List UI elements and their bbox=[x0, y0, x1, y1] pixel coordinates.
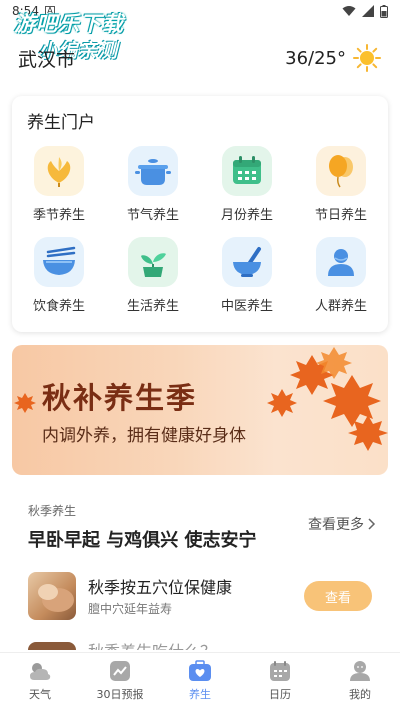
see-more-label: 查看更多 bbox=[308, 517, 364, 533]
calendar-tab-icon bbox=[268, 659, 292, 683]
weather-summary[interactable]: 36/25° bbox=[285, 43, 382, 73]
mortar-icon bbox=[222, 237, 272, 287]
next-article-peek[interactable]: 秋季养生吃什么？ bbox=[0, 636, 400, 650]
portal-item-life[interactable]: 生活养生 bbox=[106, 237, 200, 314]
people-icon bbox=[316, 237, 366, 287]
portal-grid: 季节养生 节气养生 月份养生 节日养生 饮食养生 生活养生 中医养生 人群养生 bbox=[12, 146, 388, 314]
article-title: 秋季按五穴位保健康 bbox=[88, 578, 233, 597]
balloon-icon bbox=[316, 146, 366, 196]
tab-profile[interactable]: 我的 bbox=[320, 653, 400, 712]
next-article-thumbnail bbox=[28, 642, 76, 650]
signal-icon bbox=[362, 5, 374, 17]
portal-item-crowd[interactable]: 人群养生 bbox=[294, 237, 388, 314]
portal-item-solar-term[interactable]: 节气养生 bbox=[106, 146, 200, 223]
tab-weather[interactable]: 天气 bbox=[0, 653, 80, 712]
wifi-icon bbox=[342, 6, 356, 16]
portal-item-label: 节气养生 bbox=[126, 208, 179, 223]
cloud-sun-icon bbox=[28, 659, 52, 683]
article-section-header: 秋季养生 早卧早起 与鸡俱兴 使志安宁 查看更多 bbox=[0, 496, 400, 556]
pot-icon bbox=[128, 146, 178, 196]
section-category: 秋季养生 bbox=[28, 504, 77, 518]
portal-item-label: 节日养生 bbox=[314, 208, 367, 223]
bowl-chopsticks-icon bbox=[34, 237, 84, 287]
tab-30day[interactable]: 30日预报 bbox=[80, 653, 160, 712]
banner-title: 秋补养生季 bbox=[42, 381, 198, 415]
portal-item-label: 中医养生 bbox=[220, 299, 273, 314]
portal-item-label: 饮食养生 bbox=[32, 299, 85, 314]
tab-label: 日历 bbox=[269, 688, 291, 701]
portal-item-festival[interactable]: 节日养生 bbox=[294, 146, 388, 223]
portal-item-label: 人群养生 bbox=[314, 299, 367, 314]
sun-icon bbox=[353, 44, 381, 72]
portal-item-label: 季节养生 bbox=[32, 208, 85, 223]
article-subtitle: 膻中穴延年益寿 bbox=[88, 602, 173, 616]
bottom-tab-bar: 天气 30日预报 养生 日历 我的 bbox=[0, 652, 400, 712]
tab-health[interactable]: 养生 bbox=[160, 653, 240, 712]
header: 武汉市 36/25° bbox=[0, 40, 400, 76]
article-item[interactable]: 秋季按五穴位保健康 膻中穴延年益寿 查看 bbox=[0, 568, 400, 628]
watermark-line1: 游吧乐下载 bbox=[14, 12, 124, 36]
banner-subtitle: 内调外养，拥有健康好身体 bbox=[42, 426, 246, 446]
article-thumbnail bbox=[28, 572, 76, 620]
portal-item-tcm[interactable]: 中医养生 bbox=[200, 237, 294, 314]
portal-item-diet[interactable]: 饮食养生 bbox=[12, 237, 106, 314]
battery-icon bbox=[380, 4, 388, 18]
sprout-pot-icon bbox=[128, 237, 178, 287]
calendar-icon bbox=[222, 146, 272, 196]
portal-item-label: 生活养生 bbox=[126, 299, 179, 314]
tab-label: 天气 bbox=[29, 688, 51, 701]
portal-item-month[interactable]: 月份养生 bbox=[200, 146, 294, 223]
portal-item-label: 月份养生 bbox=[220, 208, 273, 223]
temperature: 36/25° bbox=[285, 47, 346, 69]
chevron-right-icon bbox=[368, 518, 376, 530]
city-selector[interactable]: 武汉市 bbox=[18, 45, 75, 72]
trend-chart-icon bbox=[108, 659, 132, 683]
portal-item-season[interactable]: 季节养生 bbox=[12, 146, 106, 223]
see-more-link[interactable]: 查看更多 bbox=[308, 514, 376, 534]
tab-label: 我的 bbox=[349, 688, 371, 701]
tab-calendar[interactable]: 日历 bbox=[240, 653, 320, 712]
tab-label: 养生 bbox=[189, 688, 211, 701]
health-kit-icon bbox=[188, 659, 212, 683]
ginkgo-leaf-icon bbox=[34, 146, 84, 196]
user-icon bbox=[348, 659, 372, 683]
autumn-banner[interactable]: 秋补养生季 内调外养，拥有健康好身体 bbox=[12, 345, 388, 475]
view-button[interactable]: 查看 bbox=[304, 581, 372, 611]
section-headline: 早卧早起 与鸡俱兴 使志安宁 bbox=[28, 530, 257, 551]
next-article-title: 秋季养生吃什么？ bbox=[88, 638, 216, 650]
health-portal-card: 养生门户 季节养生 节气养生 月份养生 节日养生 饮食养生 生活养生 中医养生 … bbox=[12, 96, 388, 332]
tab-label: 30日预报 bbox=[96, 688, 144, 701]
portal-title: 养生门户 bbox=[27, 113, 95, 133]
